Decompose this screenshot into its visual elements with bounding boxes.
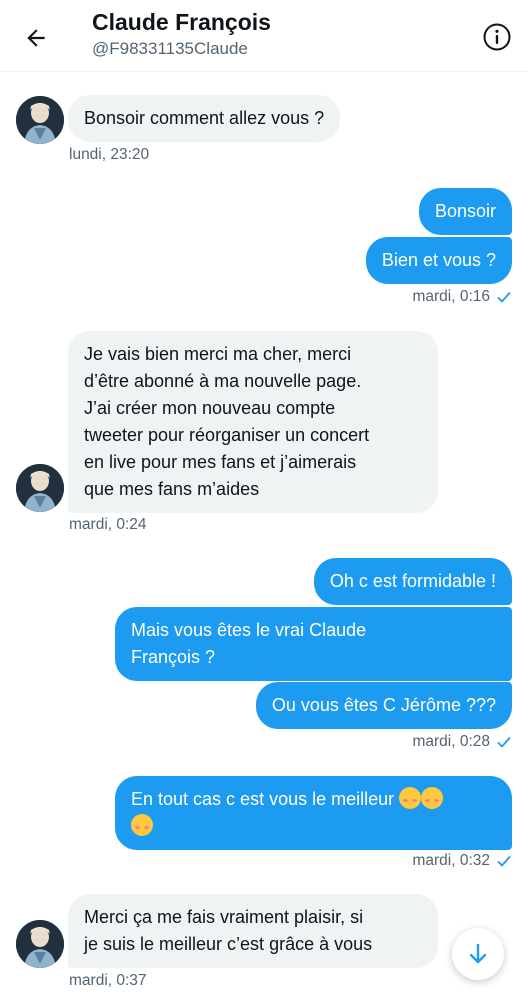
scroll-to-bottom-button[interactable] (452, 928, 504, 980)
arrow-down-icon (469, 943, 487, 964)
checkmark-icon (497, 291, 511, 303)
message-timestamp: mardi, 0:37 (69, 972, 147, 989)
message-line: je suis le meilleur c’est grâce à vous (84, 934, 373, 954)
message-line: d’être abonné à ma nouvelle page. (84, 371, 362, 391)
message-bubble[interactable]: Merci ça me fais vraiment plaisir, si je… (68, 894, 438, 968)
message-bubble[interactable]: Bonsoir (418, 188, 512, 235)
message-text: En tout cas c est vous le meilleur (131, 789, 395, 809)
smiling-face-with-hearts-icon (399, 787, 422, 809)
arrow-left-icon (27, 29, 45, 47)
message-line: J’ai créer mon nouveau compte (84, 398, 336, 418)
message-bubble[interactable]: Ou vous êtes C Jérôme ??? (255, 682, 512, 729)
message-line: François ? (131, 647, 216, 667)
contact-name[interactable]: Claude François (92, 9, 271, 36)
message-line: Je vais bien merci ma cher, merci (84, 344, 352, 364)
message-bubble[interactable]: Oh c est formidable ! (313, 558, 512, 605)
message-timestamp: mardi, 0:24 (69, 516, 147, 533)
message-bubble[interactable]: Bonsoir comment allez vous ? (68, 95, 341, 142)
smiling-face-with-hearts-icon (421, 787, 444, 809)
message-bubble[interactable]: En tout cas c est vous le meilleur (115, 776, 512, 850)
timestamp-text: mardi, 0:32 (412, 852, 490, 869)
message-bubble[interactable]: Mais vous êtes le vrai Claude François ? (115, 607, 512, 681)
smiling-face-with-hearts-icon (131, 814, 153, 836)
contact-avatar[interactable] (16, 920, 64, 968)
message-timestamp: lundi, 23:20 (69, 146, 150, 163)
message-line: Merci ça me fais vraiment plaisir, si (84, 907, 364, 927)
message-line: tweeter pour réorganiser un concert (84, 425, 370, 445)
timestamp-text: mardi, 0:16 (412, 288, 490, 305)
contact-handle: @F98331135Claude (92, 39, 248, 58)
message-timestamp: mardi, 0:16 (412, 288, 512, 306)
message-line: Mais vous êtes le vrai Claude (131, 620, 367, 640)
message-timestamp: mardi, 0:32 (412, 852, 512, 870)
timestamp-text: mardi, 0:28 (412, 733, 490, 750)
message-bubble[interactable]: Bien et vous ? (365, 237, 512, 284)
info-circle-icon (483, 23, 511, 51)
back-button[interactable] (18, 20, 54, 56)
conversation-header: Claude François @F98331135Claude (0, 0, 528, 72)
checkmark-icon (497, 736, 511, 748)
message-line: que mes fans m’aides (84, 479, 260, 499)
message-timestamp: mardi, 0:28 (412, 733, 512, 751)
message-bubble[interactable]: Je vais bien merci ma cher, merci d’être… (68, 331, 438, 513)
info-button[interactable] (480, 20, 514, 54)
contact-avatar[interactable] (16, 464, 64, 512)
contact-avatar[interactable] (16, 96, 64, 144)
checkmark-icon (497, 855, 511, 867)
message-line: en live pour mes fans et j’aimerais (84, 452, 357, 472)
